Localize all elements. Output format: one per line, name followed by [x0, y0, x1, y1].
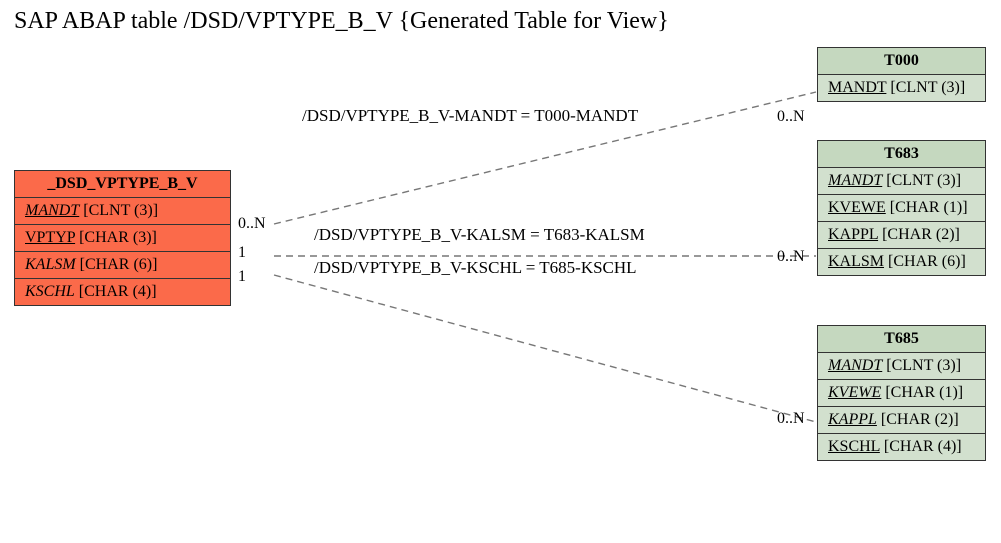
field-name: KALSM: [25, 256, 76, 273]
field-name: MANDT: [828, 357, 882, 374]
card-src-t683: 1: [238, 244, 246, 262]
field-type: [CHAR (6)]: [80, 256, 158, 273]
field-type: [CLNT (3)]: [890, 79, 965, 96]
entity-t683-header: T683: [818, 141, 985, 168]
entity-row: KALSM [CHAR (6)]: [818, 249, 985, 275]
entity-source-header: _DSD_VPTYPE_B_V: [15, 171, 230, 198]
field-name: KAPPL: [828, 411, 877, 428]
field-type: [CHAR (2)]: [881, 411, 959, 428]
card-tgt-t685: 0..N: [777, 410, 805, 428]
field-type: [CHAR (4)]: [884, 438, 962, 455]
entity-row: KSCHL [CHAR (4)]: [818, 434, 985, 460]
field-name: MANDT: [25, 202, 79, 219]
field-type: [CLNT (3)]: [886, 357, 961, 374]
page-title: SAP ABAP table /DSD/VPTYPE_B_V {Generate…: [14, 8, 669, 35]
entity-source: _DSD_VPTYPE_B_V MANDT [CLNT (3)] VPTYP […: [14, 170, 231, 306]
entity-row: KALSM [CHAR (6)]: [15, 252, 230, 279]
field-type: [CHAR (1)]: [890, 199, 968, 216]
entity-row: KAPPL [CHAR (2)]: [818, 407, 985, 434]
relation-label-t685: /DSD/VPTYPE_B_V-KSCHL = T685-KSCHL: [314, 258, 637, 278]
field-type: [CLNT (3)]: [886, 172, 961, 189]
entity-row: VPTYP [CHAR (3)]: [15, 225, 230, 252]
entity-t683: T683 MANDT [CLNT (3)] KVEWE [CHAR (1)] K…: [817, 140, 986, 276]
entity-row: MANDT [CLNT (3)]: [818, 353, 985, 380]
card-src-t685: 1: [238, 268, 246, 286]
field-name: KSCHL: [25, 283, 75, 300]
entity-row: MANDT [CLNT (3)]: [818, 75, 985, 101]
card-tgt-t683: 0..N: [777, 248, 805, 266]
field-type: [CHAR (6)]: [888, 253, 966, 270]
field-name: VPTYP: [25, 229, 75, 246]
field-type: [CHAR (4)]: [79, 283, 157, 300]
entity-row: KAPPL [CHAR (2)]: [818, 222, 985, 249]
field-name: KALSM: [828, 253, 884, 270]
entity-row: MANDT [CLNT (3)]: [15, 198, 230, 225]
card-tgt-t000: 0..N: [777, 108, 805, 126]
entity-row: KSCHL [CHAR (4)]: [15, 279, 230, 305]
entity-t685: T685 MANDT [CLNT (3)] KVEWE [CHAR (1)] K…: [817, 325, 986, 461]
field-name: MANDT: [828, 172, 882, 189]
relation-label-t000: /DSD/VPTYPE_B_V-MANDT = T000-MANDT: [302, 106, 638, 126]
entity-t000-header: T000: [818, 48, 985, 75]
field-name: KSCHL: [828, 438, 880, 455]
relation-label-t683: /DSD/VPTYPE_B_V-KALSM = T683-KALSM: [314, 225, 645, 245]
field-name: KVEWE: [828, 199, 886, 216]
entity-row: MANDT [CLNT (3)]: [818, 168, 985, 195]
entity-t000: T000 MANDT [CLNT (3)]: [817, 47, 986, 102]
field-type: [CHAR (2)]: [882, 226, 960, 243]
field-name: KVEWE: [828, 384, 881, 401]
card-src-t000: 0..N: [238, 215, 266, 233]
field-type: [CHAR (3)]: [79, 229, 157, 246]
field-name: KAPPL: [828, 226, 878, 243]
field-name: MANDT: [828, 79, 886, 96]
entity-row: KVEWE [CHAR (1)]: [818, 195, 985, 222]
entity-row: KVEWE [CHAR (1)]: [818, 380, 985, 407]
field-type: [CLNT (3)]: [83, 202, 158, 219]
entity-t685-header: T685: [818, 326, 985, 353]
field-type: [CHAR (1)]: [885, 384, 963, 401]
